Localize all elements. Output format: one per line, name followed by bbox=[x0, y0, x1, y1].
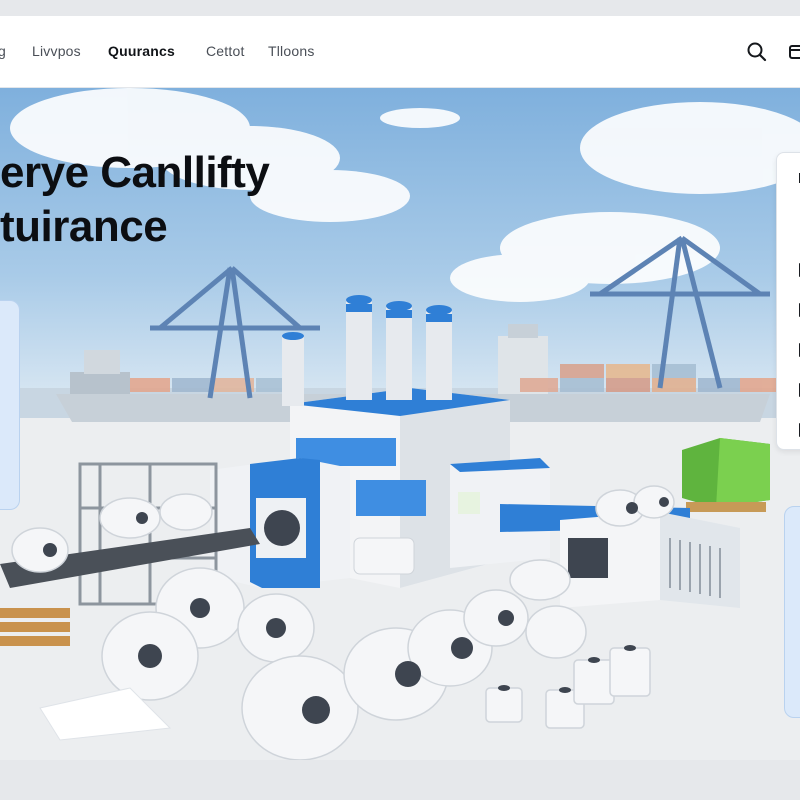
app-window: g Livvpos Quurancs Cettot Tlloons erye C… bbox=[0, 16, 800, 760]
nav-item-livvpos[interactable]: Livvpos bbox=[32, 43, 81, 59]
search-icon[interactable] bbox=[745, 40, 769, 64]
nav-item-cettot[interactable]: Cettot bbox=[206, 43, 245, 59]
hero-title-line-2: tuirance bbox=[0, 202, 168, 251]
top-navigation: g Livvpos Quurancs Cettot Tlloons bbox=[0, 16, 800, 88]
hero-title-line-1: erye Canllifty bbox=[0, 148, 270, 197]
navy-shape-icon bbox=[0, 301, 21, 511]
nav-item-quurancs[interactable]: Quurancs bbox=[108, 43, 175, 59]
hero-title: erye Canllifty tuirance bbox=[0, 146, 270, 254]
cart-icon[interactable] bbox=[788, 40, 800, 64]
nav-item-truncated[interactable]: g bbox=[0, 43, 6, 59]
hero-banner: erye Canllifty tuirance bbox=[0, 88, 800, 760]
left-floating-card[interactable] bbox=[0, 300, 20, 510]
right-checklist-card bbox=[776, 152, 800, 450]
nav-item-tlloons[interactable]: Tlloons bbox=[268, 43, 315, 59]
right-floating-card[interactable] bbox=[784, 506, 800, 718]
